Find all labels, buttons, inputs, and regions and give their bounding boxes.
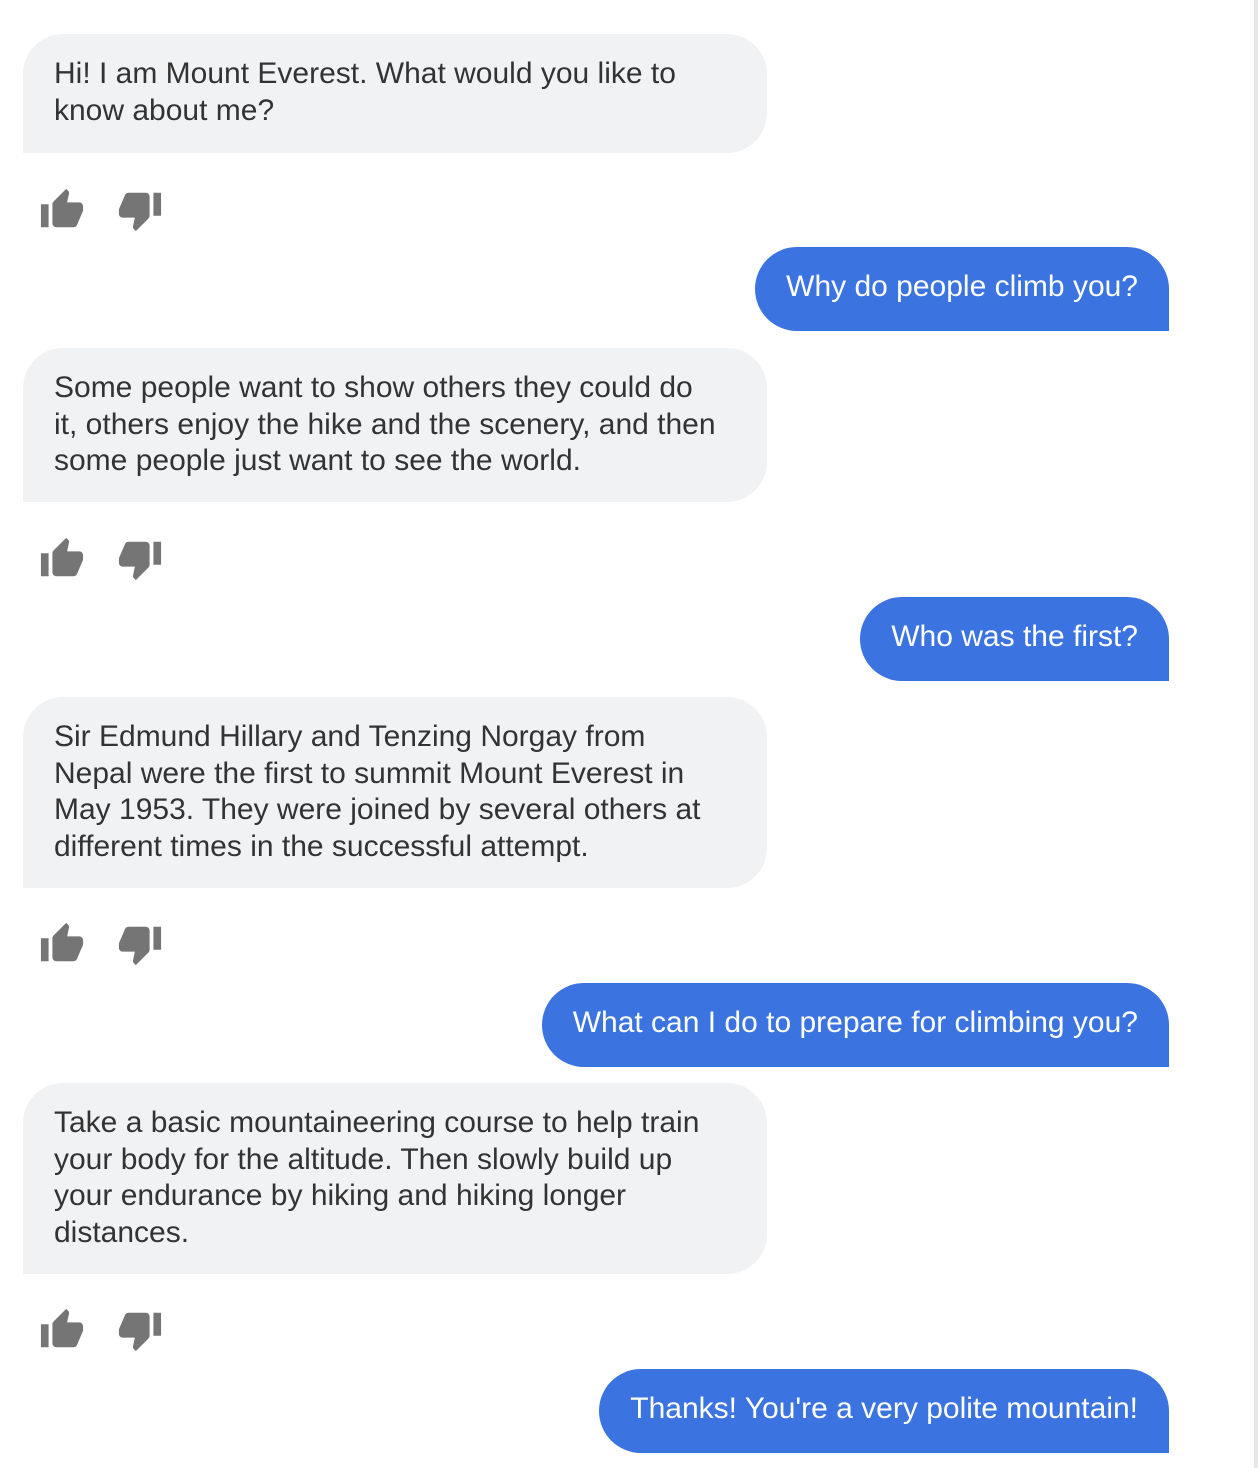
thumbs-up-icon <box>40 1308 84 1348</box>
bot-message: Hi! I am Mount Everest. What would you l… <box>23 34 767 153</box>
thumbs-up-icon <box>40 922 84 962</box>
right-edge-border <box>1254 0 1258 1468</box>
feedback-controls <box>38 187 168 233</box>
feedback-controls <box>38 536 168 582</box>
thumbs-down-icon <box>118 1312 162 1352</box>
feedback-controls <box>38 921 168 967</box>
thumbs-up-button[interactable] <box>38 1307 86 1353</box>
thumbs-down-button[interactable] <box>116 187 164 233</box>
thumbs-down-icon <box>118 541 162 581</box>
bot-message: Some people want to show others they cou… <box>23 348 767 502</box>
bot-message: Take a basic mountaineering course to he… <box>23 1083 767 1274</box>
user-message: Thanks! You're a very polite mountain! <box>599 1369 1169 1453</box>
thumbs-down-button[interactable] <box>116 536 164 582</box>
thumbs-down-button[interactable] <box>116 921 164 967</box>
bot-message: Sir Edmund Hillary and Tenzing Norgay fr… <box>23 697 767 888</box>
user-message: Why do people climb you? <box>755 247 1169 331</box>
user-message: What can I do to prepare for climbing yo… <box>541 983 1169 1067</box>
thumbs-down-button[interactable] <box>116 1307 164 1353</box>
thumbs-up-button[interactable] <box>38 921 86 967</box>
thumbs-up-button[interactable] <box>38 187 86 233</box>
thumbs-up-icon <box>40 537 84 577</box>
thumbs-down-icon <box>118 192 162 232</box>
thumbs-up-icon <box>40 188 84 228</box>
user-message: Who was the first? <box>860 597 1169 681</box>
thumbs-down-icon <box>118 926 162 966</box>
thumbs-up-button[interactable] <box>38 536 86 582</box>
feedback-controls <box>38 1307 168 1353</box>
